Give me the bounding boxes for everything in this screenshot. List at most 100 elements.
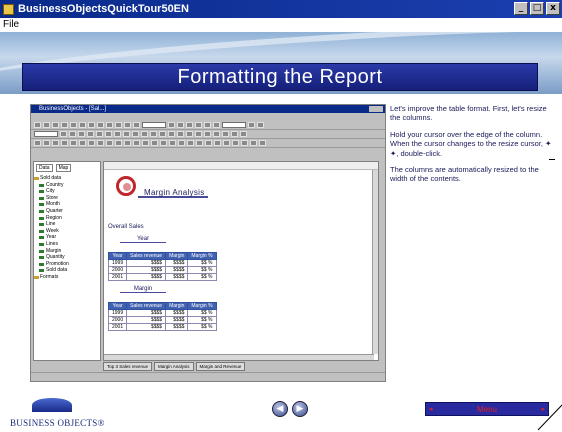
horizontal-scrollbar[interactable] bbox=[104, 354, 374, 360]
column-header[interactable]: Margin % bbox=[187, 252, 217, 260]
close-button[interactable]: x bbox=[546, 2, 560, 15]
cell[interactable]: 2000 bbox=[107, 316, 128, 324]
table-row[interactable]: 2000 $$$$ $$$$ $$ % bbox=[107, 316, 217, 324]
cell[interactable]: $$$$ bbox=[165, 309, 189, 317]
cell[interactable]: $$$$ bbox=[165, 259, 189, 267]
tree-root[interactable]: Sold data bbox=[34, 175, 98, 182]
footer: BUSINESS OBJECTS® ◀ ▶ ◂ Menu ▸ bbox=[0, 392, 562, 430]
previous-button[interactable]: ◀ bbox=[272, 401, 288, 417]
tree-item[interactable]: Country bbox=[36, 182, 98, 189]
app-toolbar-3 bbox=[31, 139, 385, 148]
logo-mark bbox=[32, 398, 72, 412]
tree-item[interactable]: Promotion bbox=[36, 261, 98, 268]
cell[interactable]: 2001 bbox=[107, 323, 128, 331]
section-title: Overall Sales bbox=[108, 224, 144, 230]
column-header[interactable]: Margin bbox=[165, 252, 189, 260]
tree-item[interactable]: Year bbox=[36, 234, 98, 241]
report-table[interactable]: Year Sales revenue Margin Margin % 1999 … bbox=[107, 302, 217, 331]
app-window-controls bbox=[369, 106, 383, 112]
tab-data[interactable]: Data bbox=[36, 164, 53, 172]
tab-map[interactable]: Map bbox=[55, 164, 72, 172]
table-row[interactable]: 2000 $$$$ $$$$ $$ % bbox=[107, 266, 217, 274]
cell[interactable]: $$$$ bbox=[126, 266, 167, 274]
menu-button[interactable]: ◂ Menu ▸ bbox=[425, 402, 549, 416]
table-row[interactable]: 1999 $$$$ $$$$ $$ % bbox=[107, 309, 217, 317]
minimize-button[interactable]: _ bbox=[514, 2, 528, 15]
vertical-scrollbar[interactable] bbox=[372, 170, 378, 354]
app-statusbar bbox=[31, 372, 385, 381]
column-header[interactable]: Year bbox=[107, 252, 128, 260]
business-objects-logo: BUSINESS OBJECTS® bbox=[8, 398, 108, 428]
tree-item[interactable]: Lines bbox=[36, 241, 98, 248]
cell[interactable]: $$ % bbox=[187, 266, 217, 274]
cell[interactable]: $$ % bbox=[187, 323, 217, 331]
cell[interactable]: $$$$ bbox=[126, 316, 167, 324]
tab-top3[interactable]: Top 3 Sales revenue bbox=[103, 362, 153, 371]
column-header[interactable]: Sales revenue bbox=[126, 302, 167, 310]
maximize-button[interactable]: □ bbox=[530, 2, 544, 15]
app-screenshot: BusinessObjects - [Sal...] Data Map Sold… bbox=[30, 104, 386, 382]
cell[interactable]: $$ % bbox=[187, 316, 217, 324]
app-menubar bbox=[31, 113, 385, 121]
cell[interactable]: $$$$ bbox=[126, 273, 167, 281]
next-arrow-icon: ▶ bbox=[296, 404, 304, 414]
previous-arrow-icon: ◀ bbox=[276, 404, 284, 414]
cell[interactable]: 2001 bbox=[107, 273, 128, 281]
app-titlebar: BusinessObjects - [Sal...] bbox=[31, 105, 385, 113]
instruction-step-1: Let's improve the table format. First, l… bbox=[390, 104, 547, 123]
cell[interactable]: $$$$ bbox=[165, 316, 189, 324]
column-header[interactable]: Margin bbox=[165, 302, 189, 310]
app-toolbar-1 bbox=[31, 121, 385, 130]
cell[interactable]: $$$$ bbox=[165, 273, 189, 281]
menu-label: Menu bbox=[476, 405, 497, 414]
divider-tick bbox=[549, 159, 555, 160]
table-row[interactable]: 2001 $$$$ $$$$ $$ % bbox=[107, 273, 217, 281]
report-tabs: Top 3 Sales revenue Margin Analysis Marg… bbox=[103, 362, 379, 371]
tree-item[interactable]: Quantity bbox=[36, 254, 98, 261]
cell[interactable]: $$ % bbox=[187, 309, 217, 317]
tab-margin-revenue[interactable]: Margin and Revenue bbox=[195, 362, 246, 371]
tree-formats[interactable]: Formats bbox=[34, 274, 98, 281]
window-titlebar: BusinessObjectsQuickTour50EN _ □ x bbox=[0, 0, 562, 18]
tree-item[interactable]: Margin bbox=[36, 248, 98, 255]
menu-file[interactable]: File bbox=[3, 19, 19, 30]
cell[interactable]: $$$$ bbox=[126, 259, 167, 267]
cell[interactable]: $$ % bbox=[187, 273, 217, 281]
tree-item[interactable]: City bbox=[36, 188, 98, 195]
tour-window: BusinessObjectsQuickTour50EN _ □ x File … bbox=[0, 0, 562, 431]
cell[interactable]: $$$$ bbox=[165, 323, 189, 331]
tab-margin-analysis[interactable]: Margin Analysis bbox=[154, 362, 194, 371]
report-table[interactable]: Year Sales revenue Margin Margin % 1999 … bbox=[107, 252, 217, 281]
group-label: Margin bbox=[120, 286, 166, 293]
next-button[interactable]: ▶ bbox=[292, 401, 308, 417]
table-row[interactable]: 1999 $$$$ $$$$ $$ % bbox=[107, 259, 217, 267]
tree-item[interactable]: Line bbox=[36, 221, 98, 228]
tree-item[interactable]: Month bbox=[36, 201, 98, 208]
instructions: Let's improve the table format. First, l… bbox=[390, 104, 556, 191]
column-header[interactable]: Sales revenue bbox=[126, 252, 167, 260]
table-row[interactable]: 2001 $$$$ $$$$ $$ % bbox=[107, 323, 217, 331]
tree-item[interactable]: Sold data bbox=[36, 267, 98, 274]
cell[interactable]: 2000 bbox=[107, 266, 128, 274]
app-toolbar-2 bbox=[31, 130, 385, 139]
cell[interactable]: $$ % bbox=[187, 259, 217, 267]
column-header[interactable]: Margin % bbox=[187, 302, 217, 310]
menu-left-arrow-icon: ◂ bbox=[429, 406, 433, 413]
tree-item[interactable]: Week bbox=[36, 228, 98, 235]
cell[interactable]: $$$$ bbox=[165, 266, 189, 274]
instruction-step-3: The columns are automatically resized to… bbox=[390, 165, 539, 184]
tree-item[interactable]: Region bbox=[36, 215, 98, 222]
cell[interactable]: $$$$ bbox=[126, 323, 167, 331]
cell[interactable]: 1999 bbox=[107, 259, 128, 267]
tree-item[interactable]: Store bbox=[36, 195, 98, 202]
app-title: BusinessObjects - [Sal...] bbox=[39, 106, 107, 112]
app-icon bbox=[3, 3, 14, 15]
tree-item[interactable]: Quarter bbox=[36, 208, 98, 215]
report-logo bbox=[116, 176, 136, 196]
cell[interactable]: $$$$ bbox=[126, 309, 167, 317]
column-header[interactable]: Year bbox=[107, 302, 128, 310]
report-document: Margin Analysis Overall Sales Year Year … bbox=[103, 161, 379, 361]
instruction-step-2: Hold your cursor over the edge of the co… bbox=[390, 129, 552, 158]
cell[interactable]: 1999 bbox=[107, 309, 128, 317]
page-title: Formatting the Report bbox=[22, 63, 538, 91]
